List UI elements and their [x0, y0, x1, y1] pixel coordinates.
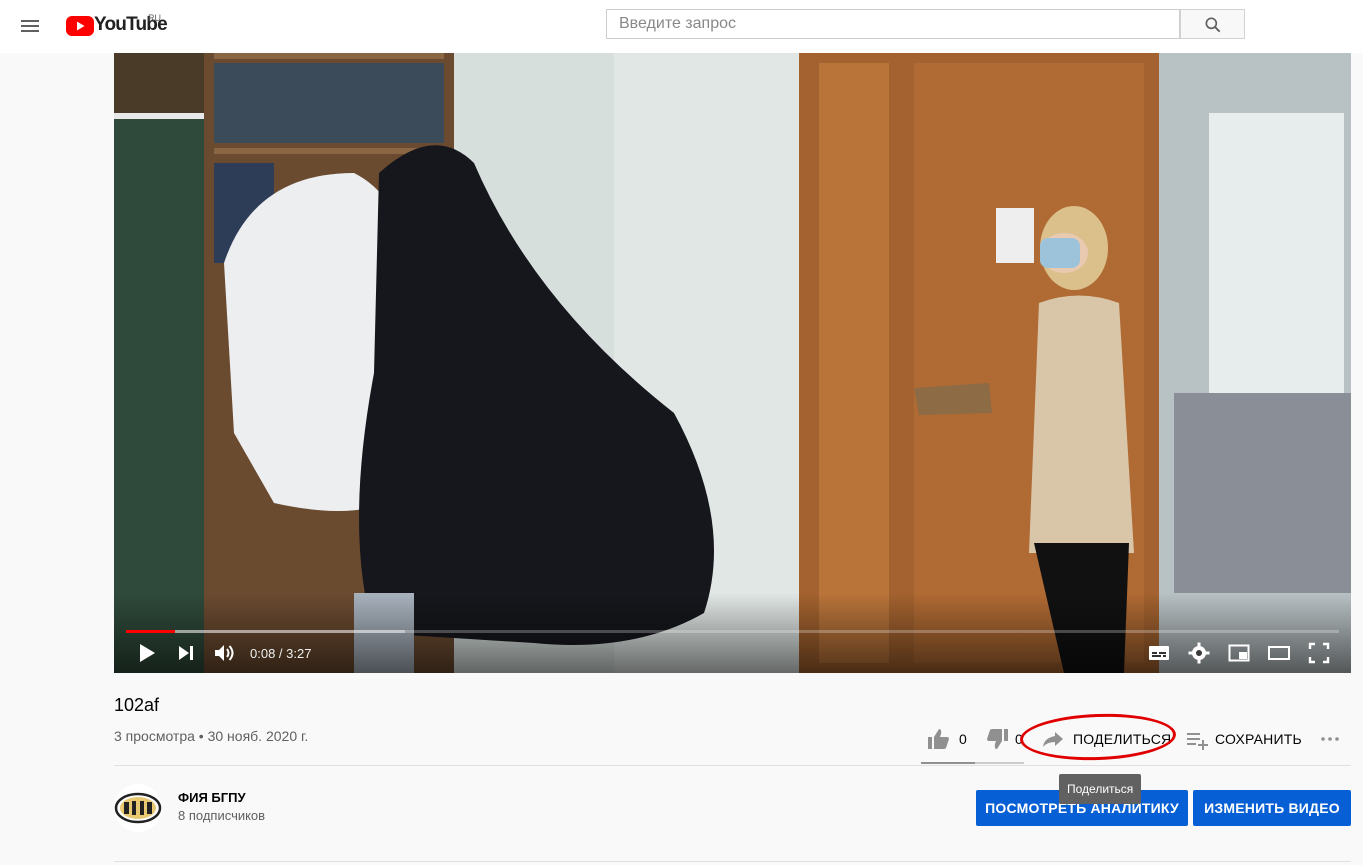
video-meta: 3 просмотра • 30 нояб. 2020 г.	[114, 728, 309, 744]
play-button[interactable]	[134, 641, 158, 665]
divider	[114, 861, 1351, 862]
subscriber-count: 8 подписчиков	[178, 808, 266, 823]
save-label: СОХРАНИТЬ	[1215, 731, 1302, 747]
theater-icon	[1268, 646, 1290, 660]
settings-button[interactable]	[1187, 641, 1211, 665]
fullscreen-button[interactable]	[1307, 641, 1331, 665]
search-button[interactable]	[1180, 9, 1245, 39]
volume-button[interactable]	[212, 641, 236, 665]
fullscreen-icon	[1308, 642, 1330, 664]
dislike-count: 0	[1015, 731, 1023, 747]
search-input[interactable]	[606, 9, 1180, 39]
share-button[interactable]: ПОДЕЛИТЬСЯ	[1041, 724, 1171, 754]
volume-icon	[215, 645, 234, 661]
more-icon	[1321, 737, 1339, 741]
like-count: 0	[959, 731, 967, 747]
theater-mode-button[interactable]	[1267, 641, 1291, 665]
edit-video-button[interactable]: ИЗМЕНИТЬ ВИДЕО	[1193, 790, 1351, 826]
thumbs-down-icon	[987, 729, 1008, 749]
miniplayer-icon	[1228, 644, 1250, 662]
sentiment-bar-fill	[921, 762, 975, 764]
progress-played	[126, 630, 175, 633]
time-display: 0:08 / 3:27	[250, 646, 312, 661]
search-icon	[1205, 17, 1221, 33]
share-icon	[1043, 732, 1063, 747]
more-actions-button[interactable]	[1318, 724, 1342, 754]
menu-icon[interactable]	[18, 14, 42, 38]
channel-logo-icon	[114, 785, 162, 831]
dislike-button[interactable]: 0	[985, 724, 1023, 754]
thumbs-up-icon	[928, 729, 949, 749]
channel-name[interactable]: ФИЯ БГПУ	[178, 790, 246, 805]
masthead: YouTube RU	[0, 0, 1363, 53]
subtitles-button[interactable]	[1147, 641, 1171, 665]
play-icon	[140, 644, 155, 662]
share-tooltip: Поделиться	[1059, 774, 1142, 804]
sentiment-bar	[921, 762, 1024, 764]
miniplayer-button[interactable]	[1227, 641, 1251, 665]
divider	[114, 765, 1351, 766]
video-frame	[114, 53, 1351, 673]
next-button[interactable]	[174, 641, 198, 665]
share-label: ПОДЕЛИТЬСЯ	[1073, 731, 1172, 747]
gear-icon	[1188, 642, 1210, 664]
skip-next-icon	[179, 646, 193, 660]
playlist-add-icon	[1187, 733, 1208, 750]
channel-avatar[interactable]	[114, 784, 162, 832]
progress-bar[interactable]	[126, 630, 1339, 633]
subtitles-icon	[1149, 646, 1169, 660]
save-button[interactable]: СОХРАНИТЬ	[1185, 724, 1302, 754]
video-title: 102af	[114, 695, 160, 715]
region-code: RU	[148, 13, 161, 23]
youtube-logo-icon[interactable]	[66, 14, 94, 38]
video-player[interactable]: 0:08 / 3:27	[114, 53, 1351, 673]
like-button[interactable]: 0	[927, 724, 967, 754]
